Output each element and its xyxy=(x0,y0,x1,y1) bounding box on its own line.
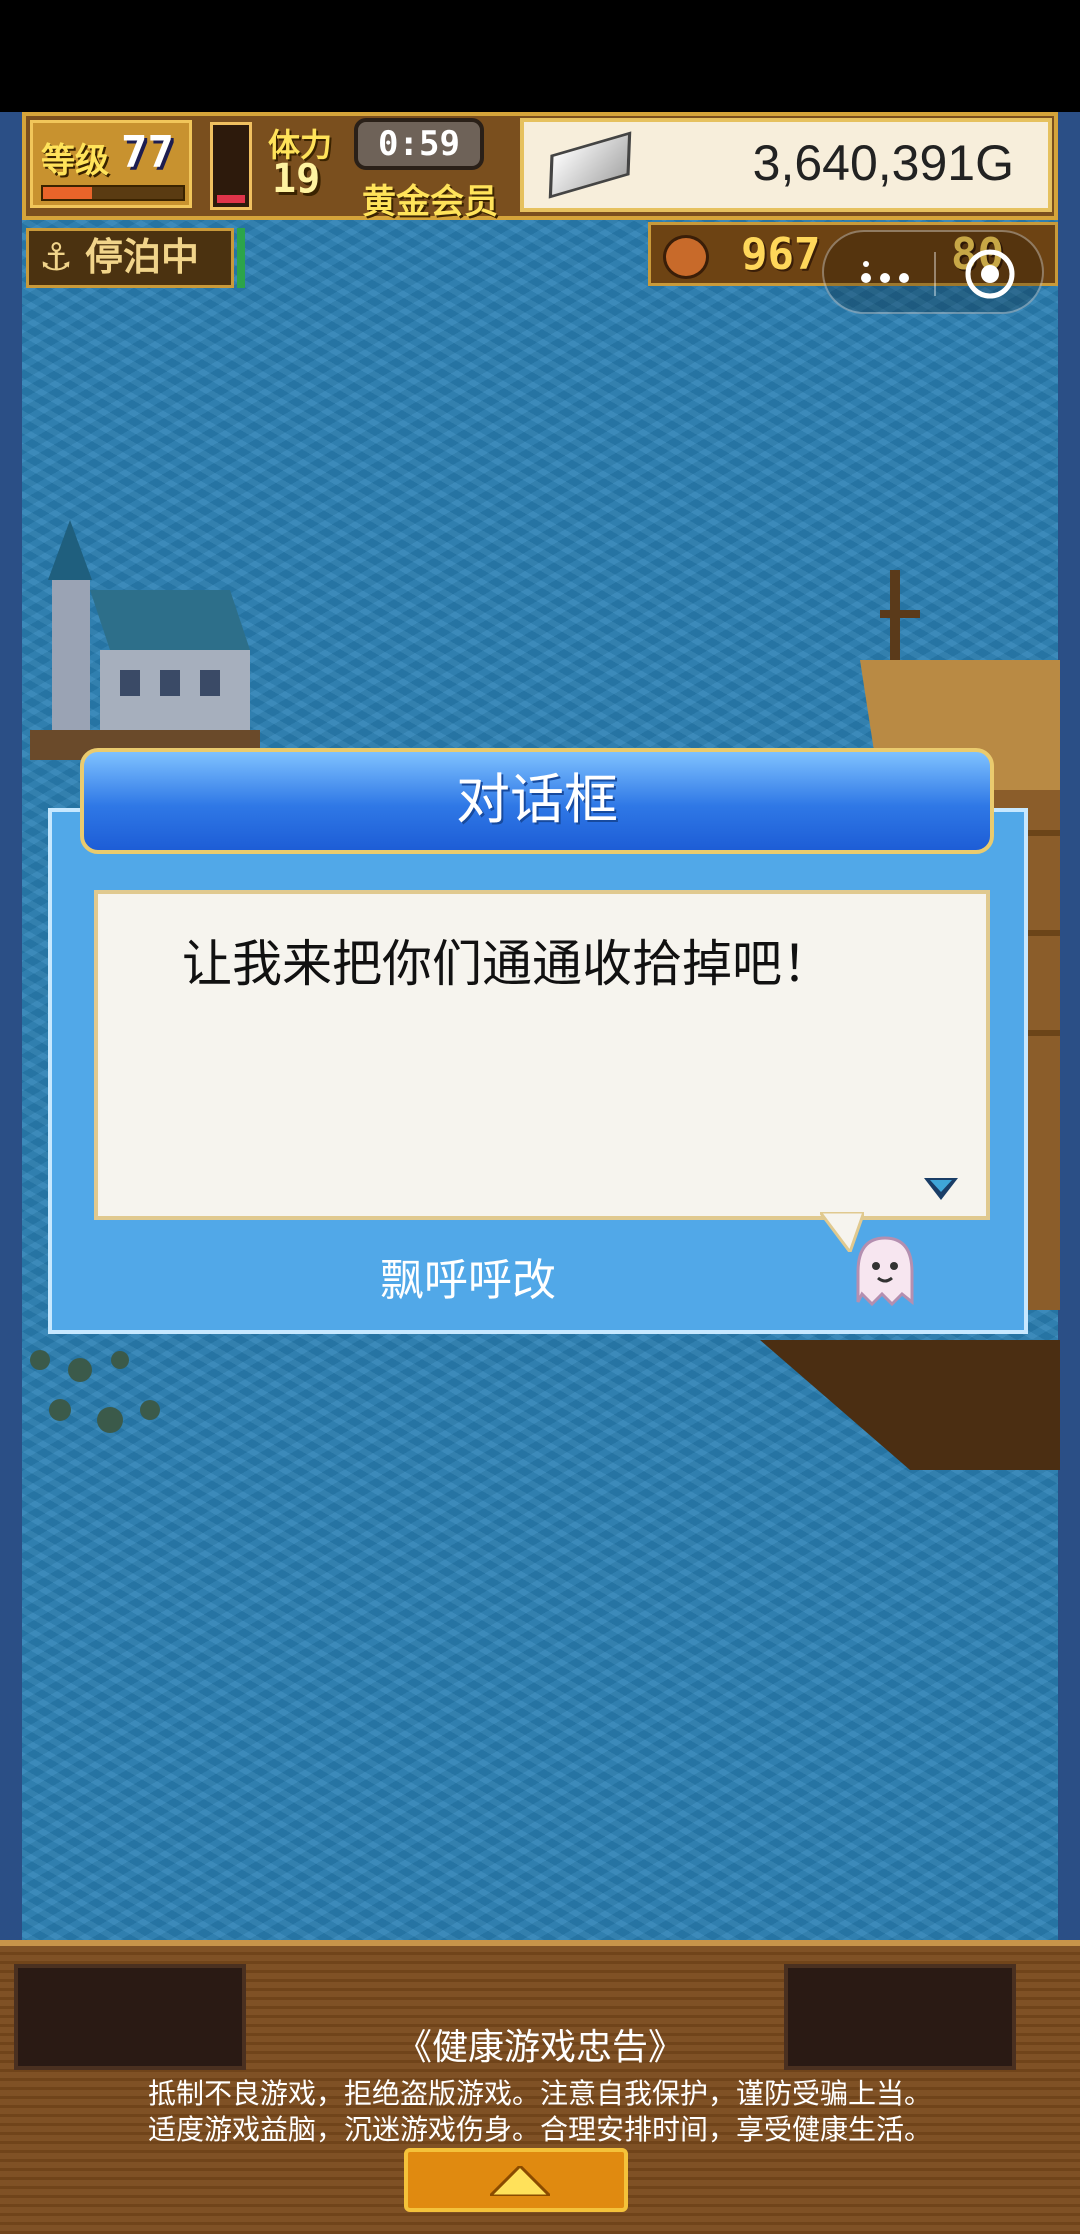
right-edge xyxy=(1058,112,1080,1940)
level-label: 等级 xyxy=(41,141,109,181)
status-moored: ⚓ 停泊中 xyxy=(26,228,234,288)
level-panel: 等级 77 xyxy=(30,120,192,208)
status-indicator xyxy=(237,228,245,288)
ghost-avatar-icon xyxy=(856,1236,914,1307)
silver-bar-icon xyxy=(548,131,632,199)
food-value: 967 xyxy=(741,229,821,280)
health-notice-line-2: 适度游戏益脑，沉迷游戏伤身。合理安排时间，享受健康生活。 xyxy=(147,2113,932,2146)
gold-panel[interactable]: 3,640,391G xyxy=(520,118,1052,212)
rocks-scenery xyxy=(30,1350,160,1433)
more-icon[interactable] xyxy=(850,246,920,296)
castle-scenery xyxy=(30,520,260,760)
left-edge xyxy=(0,112,22,1940)
anchor-icon: ⚓ xyxy=(39,235,74,279)
experience-bar xyxy=(41,185,185,201)
stamina-fill xyxy=(217,194,245,203)
status-label: 停泊中 xyxy=(85,235,200,279)
health-notice-title: 《健康游戏忠告》 xyxy=(395,2027,684,2068)
stamina-value: 19 xyxy=(272,156,321,202)
expand-menu-button[interactable] xyxy=(404,2148,628,2212)
health-notice-line-1: 抵制不良游戏，拒绝盗版游戏。注意自我保护，谨防受骗上当。 xyxy=(147,2077,932,2110)
gold-value: 3,640,391G xyxy=(752,135,1014,191)
dialog-body[interactable]: 让我来把你们通通收拾掉吧！ xyxy=(94,890,990,1220)
level-value: 77 xyxy=(121,127,174,178)
capsule-divider xyxy=(934,252,936,296)
speaker-name: 飘呼呼改 xyxy=(380,1255,556,1306)
close-target-icon[interactable] xyxy=(962,246,1018,302)
dialog-title: 对话框 xyxy=(80,748,994,854)
experience-fill xyxy=(43,187,92,199)
next-arrow-icon[interactable] xyxy=(924,1178,958,1200)
arrow-up-icon xyxy=(490,2166,550,2196)
dialog-message: 让我来把你们通通收拾掉吧！ xyxy=(182,935,832,993)
membership-label: 黄金会员 xyxy=(362,182,498,222)
mini-program-capsule xyxy=(822,230,1044,314)
timer: 0:59 xyxy=(354,118,484,170)
food-icon xyxy=(663,235,709,279)
stamina-gauge xyxy=(210,122,252,210)
